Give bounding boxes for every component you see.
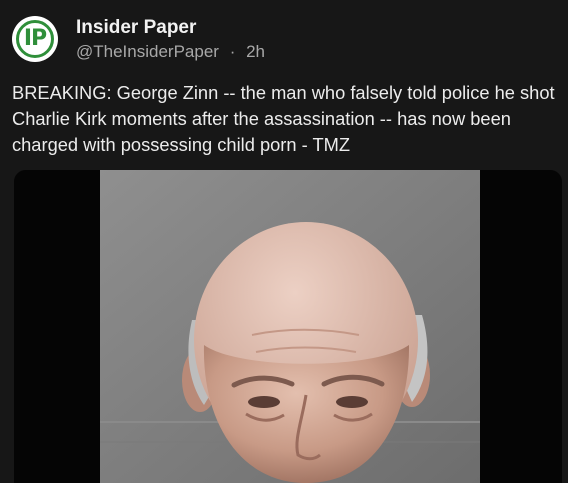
author-avatar[interactable]: IP bbox=[12, 16, 58, 62]
post-card[interactable]: IP Insider Paper @TheInsiderPaper · 2h B… bbox=[0, 0, 568, 483]
meta-separator: · bbox=[229, 42, 236, 61]
post-timestamp[interactable]: 2h bbox=[246, 42, 265, 61]
author-handle[interactable]: @TheInsiderPaper bbox=[76, 42, 219, 61]
avatar-logo-text: IP bbox=[23, 26, 47, 51]
post-media-photo[interactable] bbox=[14, 170, 562, 483]
post-body-text: BREAKING: George Zinn -- the man who fal… bbox=[12, 82, 555, 155]
author-meta: @TheInsiderPaper · 2h bbox=[76, 42, 265, 62]
insider-paper-logo-icon: IP bbox=[16, 20, 54, 58]
mugshot-photo bbox=[14, 170, 562, 483]
author-display-name[interactable]: Insider Paper bbox=[76, 17, 196, 39]
